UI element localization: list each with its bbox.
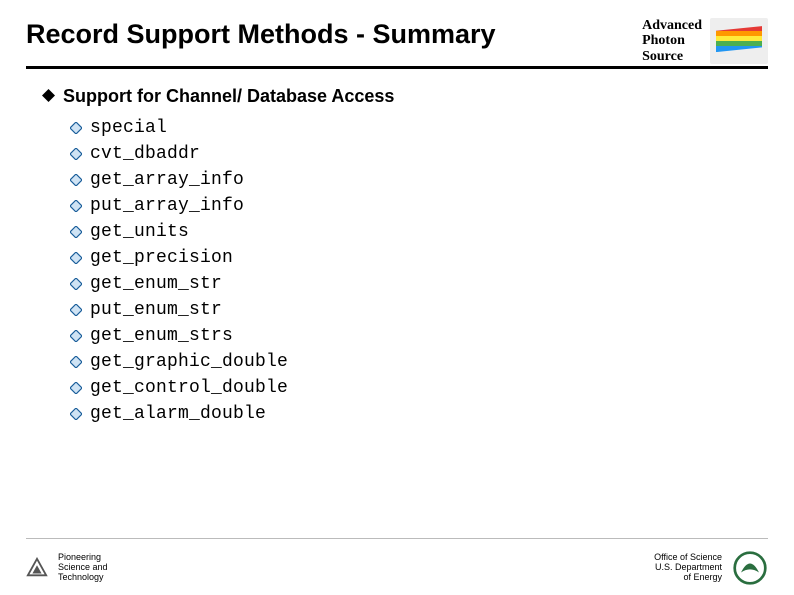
method-name: special (90, 118, 167, 138)
title-row: Record Support Methods - Summary Advance… (0, 0, 794, 64)
doe-seal-icon (732, 550, 768, 586)
list-item: get_graphic_double (70, 349, 768, 375)
aps-line3: Source (642, 49, 702, 64)
list-item: cvt_dbaddr (70, 141, 768, 167)
method-name: get_alarm_double (90, 404, 266, 424)
aps-logo-block: Advanced Photon Source (642, 18, 768, 64)
section-heading: Support for Channel/ Database Access (63, 86, 394, 107)
footer-right-line3: of Energy (654, 573, 722, 583)
fleur-bullet-icon (70, 382, 82, 394)
method-name: get_control_double (90, 378, 288, 398)
fleur-bullet-icon (70, 304, 82, 316)
method-name: get_enum_strs (90, 326, 233, 346)
argonne-triangle-icon (26, 557, 48, 579)
footer-left-line3: Technology (58, 573, 108, 583)
fleur-bullet-icon (70, 200, 82, 212)
fleur-bullet-icon (70, 174, 82, 186)
aps-logo-text: Advanced Photon Source (642, 18, 702, 64)
fleur-bullet-icon (70, 148, 82, 160)
list-item: put_enum_str (70, 297, 768, 323)
body: Support for Channel/ Database Access spe… (42, 86, 768, 427)
slide: Record Support Methods - Summary Advance… (0, 0, 794, 595)
fleur-bullet-icon (70, 408, 82, 420)
method-name: get_precision (90, 248, 233, 268)
footer-divider (26, 538, 768, 539)
aps-badge-icon (710, 18, 768, 64)
bullet-level1: Support for Channel/ Database Access (42, 86, 768, 107)
method-name: get_array_info (90, 170, 244, 190)
slide-title: Record Support Methods - Summary (26, 20, 642, 50)
method-name: get_units (90, 222, 189, 242)
footer-right-text: Office of Science U.S. Department of Ene… (654, 553, 722, 583)
method-name: cvt_dbaddr (90, 144, 200, 164)
fleur-bullet-icon (70, 356, 82, 368)
list-item: get_precision (70, 245, 768, 271)
method-name: get_graphic_double (90, 352, 288, 372)
aps-line1: Advanced (642, 18, 702, 33)
fleur-bullet-icon (70, 226, 82, 238)
rainbow-stripes-icon (716, 26, 762, 52)
list-item: get_enum_str (70, 271, 768, 297)
method-list: special cvt_dbaddr get_array_info put_array… (70, 115, 768, 427)
footer: Pioneering Science and Technology Office… (26, 541, 768, 595)
list-item: get_units (70, 219, 768, 245)
method-name: put_enum_str (90, 300, 222, 320)
method-name: put_array_info (90, 196, 244, 216)
list-item: get_control_double (70, 375, 768, 401)
fleur-bullet-icon (70, 122, 82, 134)
list-item: get_enum_strs (70, 323, 768, 349)
method-name: get_enum_str (90, 274, 222, 294)
footer-left: Pioneering Science and Technology (26, 553, 108, 583)
fleur-bullet-icon (70, 252, 82, 264)
list-item: put_array_info (70, 193, 768, 219)
footer-left-text: Pioneering Science and Technology (58, 553, 108, 583)
aps-line2: Photon (642, 33, 702, 48)
footer-right: Office of Science U.S. Department of Ene… (654, 550, 768, 586)
list-item: get_array_info (70, 167, 768, 193)
fleur-bullet-icon (70, 278, 82, 290)
list-item: special (70, 115, 768, 141)
diamond-bullet-icon (42, 89, 55, 102)
fleur-bullet-icon (70, 330, 82, 342)
title-underline (26, 66, 768, 69)
list-item: get_alarm_double (70, 401, 768, 427)
